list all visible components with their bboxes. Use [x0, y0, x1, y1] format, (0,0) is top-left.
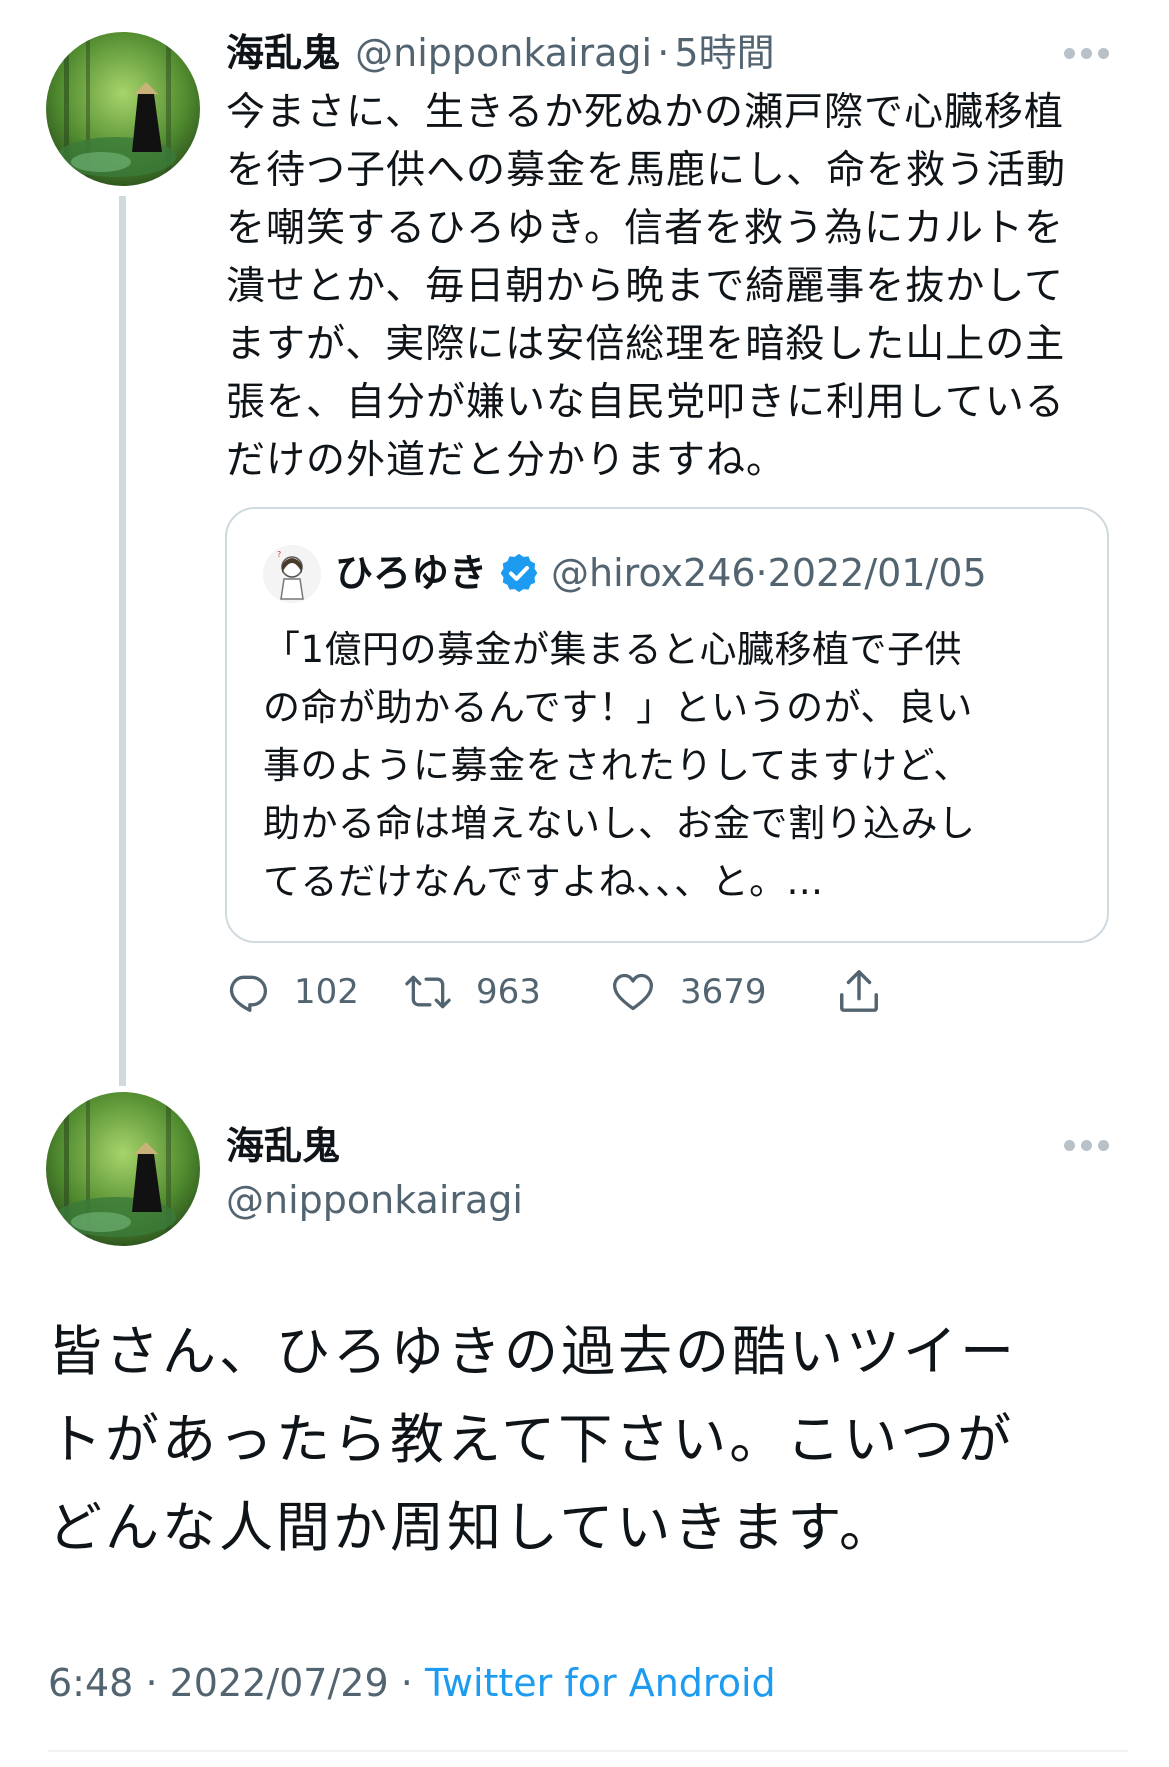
avatar[interactable]: [46, 32, 200, 186]
share-button[interactable]: [836, 966, 906, 1016]
more-horizontal-icon[interactable]: [1064, 48, 1110, 60]
like-button[interactable]: 3679: [610, 970, 767, 1014]
like-count: 3679: [680, 972, 767, 1012]
reply-button[interactable]: 102: [226, 970, 359, 1014]
tweet2-separator-2: ·: [400, 1661, 413, 1705]
tweet2-source-link[interactable]: Twitter for Android: [425, 1661, 776, 1705]
avatar[interactable]: [46, 1092, 200, 1246]
tweet1-separator: ·: [657, 31, 670, 75]
tweet1-timestamp[interactable]: 5時間: [674, 31, 774, 75]
forest-monk-avatar-icon: [46, 1092, 200, 1246]
quoted-tweet-card[interactable]: ? ひろゆき @hirox246 · 2022/01/05 「1億円の募金が集ま…: [225, 507, 1109, 943]
heart-icon: [613, 973, 653, 1011]
share-icon: [840, 970, 878, 1012]
retweet-button[interactable]: 963: [404, 970, 541, 1014]
tweet2-separator: ·: [145, 1661, 158, 1705]
tweet2-meta: 6:48 · 2022/07/29 · Twitter for Android: [48, 1655, 776, 1711]
forest-monk-avatar-icon: [46, 32, 200, 186]
verified-badge-icon: [500, 553, 538, 593]
quoted-date: 2022/01/05: [767, 551, 987, 595]
tweet1-display-name[interactable]: 海乱鬼: [226, 31, 340, 75]
reply-icon: [229, 975, 268, 1012]
thread-connector-line: [119, 196, 126, 1086]
quoted-display-name: ひろゆき: [335, 551, 488, 595]
retweet-icon: [405, 975, 451, 1009]
reply-count: 102: [294, 972, 359, 1012]
tweet2-handle[interactable]: @nipponkairagi: [226, 1172, 523, 1228]
tweet1-handle[interactable]: @nipponkairagi: [355, 31, 652, 75]
quoted-header: ひろゆき @hirox246 · 2022/01/05: [335, 547, 987, 599]
tweet2-body: 皆さん、ひろゆきの過去の酷いツイー トがあったら教えて下さい。こいつが どんな人…: [48, 1320, 1017, 1559]
quoted-body: 「1億円の募金が集まると心臓移植で子供 の命が助かるんです！」というのが、良い …: [263, 628, 976, 903]
tweet2-time: 6:48: [48, 1661, 134, 1705]
retweet-count: 963: [476, 972, 541, 1012]
divider: [48, 1750, 1128, 1752]
tweet2-date: 2022/07/29: [169, 1661, 389, 1705]
svg-text:?: ?: [277, 550, 281, 559]
more-horizontal-icon[interactable]: [1064, 1140, 1110, 1152]
cartoon-character-avatar-icon: ?: [263, 545, 321, 603]
tweet1-body: 今まさに、生きるか死ぬかの瀬戸際で心臓移植 を待つ子供への募金を馬鹿にし、命を救…: [226, 90, 1067, 483]
tweet1-header: 海乱鬼 @nipponkairagi · 5時間: [226, 28, 775, 86]
tweet2-display-name[interactable]: 海乱鬼: [226, 1118, 340, 1174]
quoted-avatar: ?: [263, 545, 321, 603]
quoted-separator: ·: [755, 551, 768, 595]
quoted-handle: @hirox246: [551, 551, 756, 595]
